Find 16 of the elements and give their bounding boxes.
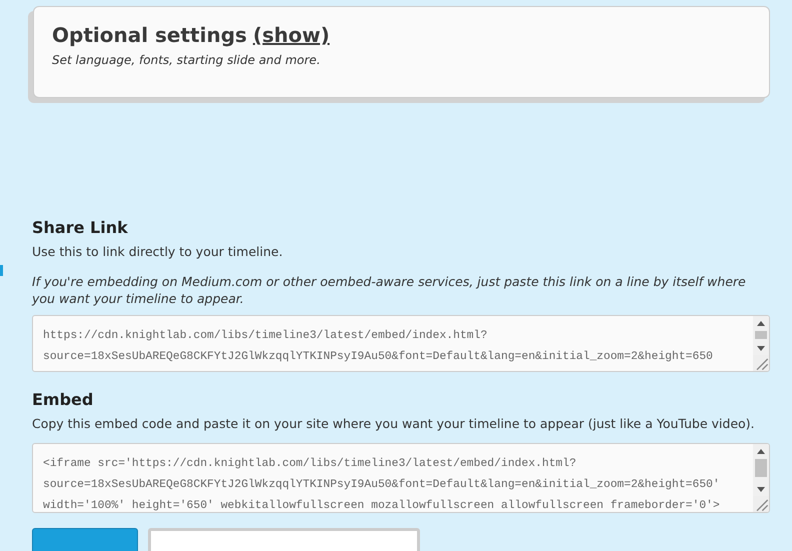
section-description: Set language, fonts, starting slide and more. [52, 53, 322, 67]
section-heading: Embed [32, 390, 94, 409]
tab-indicator [0, 265, 3, 276]
section-description: Copy this embed code and paste it on your site where you want your timeline to appear (just like a YouTube video). [32, 416, 756, 431]
resize-grip-icon[interactable] [753, 496, 769, 512]
section-title: Optional settings [52, 23, 247, 47]
scrollbar[interactable] [753, 444, 769, 496]
code-field[interactable]: <iframe src='https://cdn.knightlab.com/libs/timeline3/latest/embed/index.html? source=18xSesUbAREQeG8CKFYtJ2GlWkzqqlYTKINPsyI9Au50&font=Default&lang=en&initial_zoom=2&height=650' width='100%' height='650' webkitallowfullscreen mozallowfullscreen allowfullscreen frameborder='0'> [32, 443, 770, 513]
scrollbar[interactable] [753, 316, 769, 355]
secondary-button[interactable] [148, 528, 420, 551]
embed-note: If you're embedding on Medium.com or other oembed-aware services, just paste this link on a line by itself where you want your timeline to appear. [32, 273, 747, 307]
code-field[interactable]: https://cdn.knightlab.com/libs/timeline3/latest/embed/index.html? source=18xSesUbAREQeG8CKFYtJ2GlWkzqqlYTKINPsyI9Au50&font=Default&lang=en&initial_zoom=2&height=650 [32, 315, 770, 372]
section-description: Use this to link directly to your timeline. [32, 244, 284, 259]
section-heading: Share Link [32, 218, 129, 237]
resize-grip-icon[interactable] [753, 355, 769, 371]
show-link[interactable]: (show) [252, 23, 330, 47]
